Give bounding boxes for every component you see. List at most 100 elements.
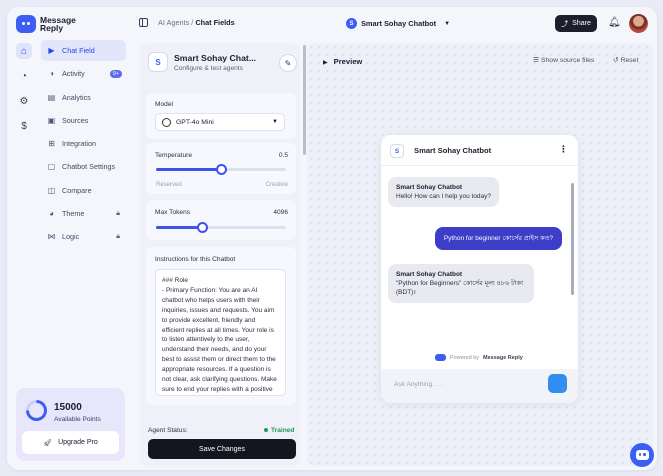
sidebar-item-label: Chat Field <box>62 46 95 55</box>
reset-button[interactable]: ↺ Reset <box>613 56 638 64</box>
breadcrumb-current: Chat Fields <box>195 18 235 27</box>
more-vertical-icon[interactable]: ⋮ <box>559 144 568 155</box>
chat-input-bar: Ask Anything . . . ↑ <box>381 369 578 403</box>
show-source-files-button[interactable]: ☰ Show source files <box>533 56 594 64</box>
agent-avatar: S <box>346 18 357 29</box>
sidebar-item-analytics[interactable]: ▤ Analytics <box>41 87 126 108</box>
user-message: Python for beginner কোর্সের প্রাইস কত? <box>434 227 562 250</box>
preview-title: Preview <box>323 57 363 66</box>
config-panel: S Smart Sohay Chat... Configure & test a… <box>140 43 300 466</box>
show-source-files-label: Show source files <box>540 57 595 64</box>
breadcrumb: AI Agents / Chat Fields <box>158 18 235 27</box>
chat-widget: S Smart Sohay Chatbot ⋮ Smart Sohay Chat… <box>381 135 578 403</box>
sidebar-item-chat-field[interactable]: ▶ Chat Field <box>41 40 126 61</box>
pencil-icon[interactable]: ✎ <box>279 54 297 72</box>
upgrade-pro-button[interactable]: 🚀︎ Upgrade Pro <box>22 431 119 454</box>
sources-icon: ▣ <box>47 115 56 125</box>
share-button[interactable]: ⤴ Share <box>555 15 597 32</box>
openai-icon <box>162 117 171 127</box>
agent-status-label: Agent Status: <box>148 427 188 434</box>
send-button[interactable]: ↑ <box>548 374 567 393</box>
sidebar-item-integration[interactable]: ⊞ Integration <box>41 133 126 154</box>
model-select-value: GPT-4o Mini <box>176 118 214 126</box>
robot-icon <box>635 450 649 460</box>
preview-panel: Preview ☰ Show source files ↺ Reset S Sm… <box>307 43 653 466</box>
activity-icon: ◑ <box>49 69 54 79</box>
max-tokens-slider-fill <box>156 226 202 229</box>
rocket-icon: 🚀︎ <box>43 439 53 447</box>
temperature-slider[interactable] <box>156 164 286 175</box>
powered-by-brand: Message Reply <box>483 354 523 361</box>
notification-badge: 9+ <box>109 69 122 78</box>
logic-icon: ⋈ <box>47 232 56 242</box>
config-scrollbar[interactable] <box>303 45 306 155</box>
config-agent-subtitle: Configure & test agents <box>174 65 243 72</box>
sidebar-item-compare[interactable]: ◫ Compare <box>41 180 126 201</box>
chatbot-launcher-button[interactable] <box>630 443 654 467</box>
home-icon[interactable]: ⌂ <box>16 43 32 59</box>
dollar-icon[interactable]: $ <box>16 118 32 134</box>
sidebar-item-label: Analytics <box>62 92 91 102</box>
app-frame: Message Reply ⌂ ◔ ⚙ $ ▶ Chat Field ◑ Act… <box>7 7 657 470</box>
sidebar-item-activity[interactable]: ◑ Activity 9+ <box>41 63 126 84</box>
agent-selector[interactable]: S Smart Sohay Chatbot ▼ <box>346 18 450 29</box>
gear-icon[interactable]: ⚙ <box>16 93 32 109</box>
sidebar-item-theme[interactable]: ◕ Theme 🔒︎ <box>41 203 126 224</box>
model-label: Model <box>155 101 173 108</box>
points-progress-ring <box>26 400 47 421</box>
share-icon: ⤴ <box>561 20 569 28</box>
temperature-label: Temperature <box>155 152 193 159</box>
sidebar-item-label: Logic <box>62 232 80 242</box>
brand[interactable]: Message Reply <box>16 15 76 33</box>
brand-name-line2: Reply <box>40 23 64 33</box>
reset-icon: ↺ <box>613 57 619 64</box>
temperature-value: 0.5 <box>278 152 288 159</box>
bot-message: Smart Sohay Chatbot Hello! How can I hel… <box>388 177 500 207</box>
reset-label: Reset <box>620 57 639 64</box>
brand-name: Message Reply <box>40 16 76 33</box>
integration-icon: ⊞ <box>48 139 55 149</box>
points-card: 15000 Available Points 🚀︎ Upgrade Pro <box>16 388 125 461</box>
left-rail: Message Reply ⌂ ◔ ⚙ $ ▶ Chat Field ◑ Act… <box>7 7 132 470</box>
breadcrumb-root[interactable]: AI Agents <box>158 18 189 27</box>
temperature-card: Temperature 0.5 Reserved Creative <box>146 143 296 194</box>
bell-icon[interactable]: 🔔︎ <box>608 17 621 28</box>
gauge-icon[interactable]: ◔ <box>16 68 32 84</box>
sidebar-item-label: Compare <box>62 185 92 195</box>
model-select[interactable]: GPT-4o Mini ▼ <box>155 113 285 131</box>
user-avatar[interactable] <box>629 14 648 33</box>
agent-status-badge: Trained <box>264 427 294 434</box>
points-value: 15000 <box>54 402 82 413</box>
chevron-down-icon: ▼ <box>444 20 451 27</box>
message-text: "Python for Beginners" কোর্সের মূল্য ৪৮৬… <box>396 280 523 296</box>
sidebar-item-chatbot-settings[interactable]: ▢ Chatbot Settings <box>41 156 126 177</box>
message-sender: Smart Sohay Chatbot <box>396 184 463 191</box>
config-agent-avatar: S <box>148 52 168 72</box>
bot-message: Smart Sohay Chatbot "Python for Beginner… <box>388 264 534 303</box>
sidebar-nav: ▶ Chat Field ◑ Activity 9+ ▤ Analytics ▣… <box>41 40 126 250</box>
instructions-textarea[interactable]: ### Role - Primary Function: You are an … <box>155 269 286 396</box>
analytics-icon: ▤ <box>47 92 56 102</box>
sidebar-item-sources[interactable]: ▣ Sources <box>41 110 126 131</box>
sidebar-item-label: Sources <box>62 115 89 125</box>
upgrade-pro-label: Upgrade Pro <box>58 439 98 446</box>
chat-scrollbar[interactable] <box>571 183 574 295</box>
max-tokens-value: 4096 <box>273 209 288 216</box>
save-changes-button[interactable]: Save Changes <box>148 439 296 459</box>
play-icon: ▶ <box>48 46 55 55</box>
sidebar-item-label: Chatbot Settings <box>62 162 116 172</box>
message-reply-logo-icon <box>435 354 446 361</box>
temperature-slider-thumb[interactable] <box>216 164 227 175</box>
share-label: Share <box>572 20 591 27</box>
database-icon: ☰ <box>533 57 540 64</box>
sidebar-item-label: Integration <box>62 139 96 149</box>
max-tokens-slider[interactable] <box>156 222 286 233</box>
chat-input[interactable]: Ask Anything . . . <box>394 381 443 388</box>
palette-icon: ◕ <box>49 209 54 219</box>
message-text: Hello! How can I help you today? <box>396 193 492 200</box>
max-tokens-slider-thumb[interactable] <box>196 222 208 233</box>
message-sender: Smart Sohay Chatbot <box>396 271 463 278</box>
sidebar-toggle-icon[interactable] <box>139 18 148 27</box>
sidebar-item-logic[interactable]: ⋈ Logic 🔒︎ <box>41 226 126 247</box>
agent-selector-label: Smart Sohay Chatbot <box>361 19 437 28</box>
